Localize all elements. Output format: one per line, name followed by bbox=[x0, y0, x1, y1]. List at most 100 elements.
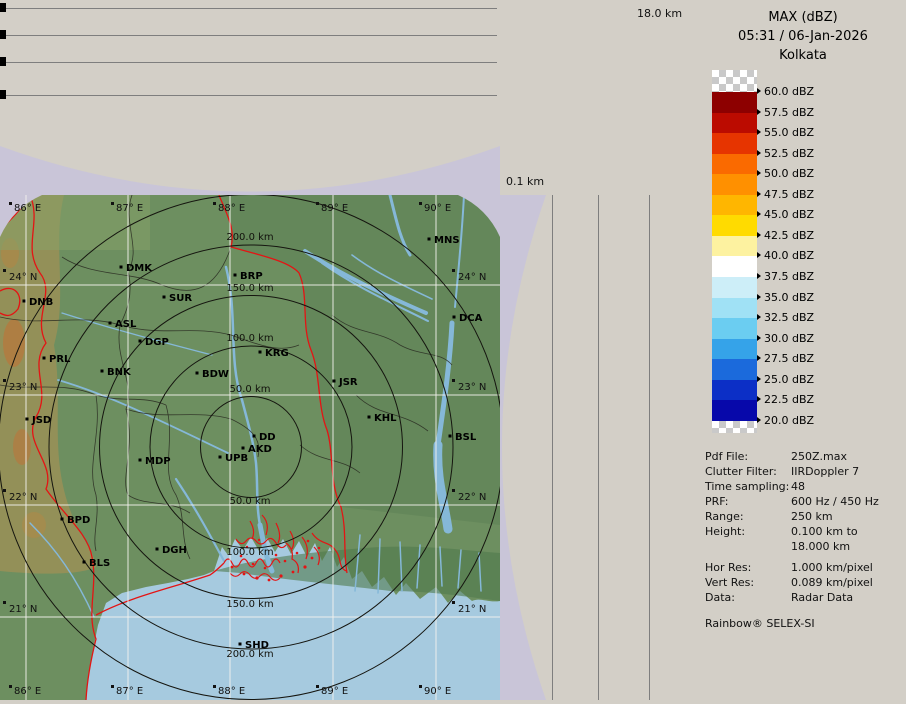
metadata-row: Time sampling:48 bbox=[705, 480, 905, 495]
metadata-label: PRF: bbox=[705, 495, 791, 508]
city-marker bbox=[333, 380, 336, 383]
grid-label-dot bbox=[3, 601, 6, 604]
city-label: DMK bbox=[126, 263, 153, 274]
side-projection-graphic bbox=[500, 195, 650, 700]
grid-label-dot bbox=[9, 202, 12, 205]
range-ring-label: 100.0 km bbox=[226, 333, 273, 344]
legend-tick-label: 25.0 dBZ bbox=[757, 373, 814, 387]
grid-label-dot bbox=[213, 202, 216, 205]
city-marker bbox=[163, 296, 166, 299]
range-ring-label: 150.0 km bbox=[226, 599, 273, 610]
height-axis-min-label: 0.1 km bbox=[506, 175, 544, 188]
legend-tick-label: 27.5 dBZ bbox=[757, 352, 814, 366]
legend-color-cell bbox=[712, 256, 757, 277]
legend-color-cell bbox=[712, 92, 757, 113]
metadata-value: 250 km bbox=[791, 510, 833, 523]
longitude-label: 90° E bbox=[424, 686, 451, 697]
legend-tick-label: 55.0 dBZ bbox=[757, 126, 814, 140]
city-marker bbox=[219, 456, 222, 459]
city-label: JSR bbox=[338, 377, 358, 388]
city-label: BDW bbox=[202, 369, 229, 380]
city-marker bbox=[23, 300, 26, 303]
metadata-value: Radar Data bbox=[791, 591, 853, 604]
legend-color-cell bbox=[712, 400, 757, 421]
city-label: JSD bbox=[31, 415, 51, 426]
metadata-label: Pdf File: bbox=[705, 450, 791, 463]
legend-tick-label: 52.5 dBZ bbox=[757, 147, 814, 161]
latitude-label: 24° N bbox=[9, 272, 37, 283]
legend-color-cell bbox=[712, 113, 757, 134]
legend-color-cell bbox=[712, 174, 757, 195]
metadata-label: Range: bbox=[705, 510, 791, 523]
color-scale-bar bbox=[712, 70, 757, 433]
city-label: ASL bbox=[115, 319, 137, 330]
city-marker bbox=[26, 418, 29, 421]
latitude-label: 22° N bbox=[458, 492, 486, 503]
legend-color-cell bbox=[712, 195, 757, 216]
legend-tick-arrow-icon bbox=[757, 211, 761, 217]
legend-tick-arrow-icon bbox=[757, 109, 761, 115]
metadata-row: Pdf File:250Z.max bbox=[705, 450, 905, 465]
city-label: SHD bbox=[245, 640, 269, 651]
legend-tick-label: 42.5 dBZ bbox=[757, 229, 814, 243]
legend-tick-arrow-icon bbox=[757, 335, 761, 341]
grid-label-dot bbox=[316, 685, 319, 688]
city-label: BSL bbox=[455, 432, 477, 443]
longitude-label: 87° E bbox=[116, 203, 143, 214]
grid-label-dot bbox=[213, 685, 216, 688]
legend-color-cell bbox=[712, 318, 757, 339]
metadata-row: Height:0.100 km to bbox=[705, 525, 905, 540]
grid-label-dot bbox=[111, 685, 114, 688]
legend-tick-label: 60.0 dBZ bbox=[757, 85, 814, 99]
legend-tick-arrow-icon bbox=[757, 129, 761, 135]
top-projection-graphic bbox=[0, 0, 500, 195]
city-marker bbox=[83, 561, 86, 564]
city-marker bbox=[449, 435, 452, 438]
radar-map[interactable]: 86° E86° E87° E87° E88° E88° E89° E89° E… bbox=[0, 195, 500, 700]
legend-tick-arrow-icon bbox=[757, 252, 761, 258]
legend-tick-arrow-icon bbox=[757, 88, 761, 94]
scan-coverage-fan bbox=[0, 146, 500, 195]
grid-label-dot bbox=[452, 379, 455, 382]
metadata-label: Clutter Filter: bbox=[705, 465, 791, 478]
grid-label-dot bbox=[419, 202, 422, 205]
grid-label-dot bbox=[3, 269, 6, 272]
legend-overflow-low bbox=[712, 421, 757, 433]
grid-label-dot bbox=[452, 601, 455, 604]
metadata-label: Height: bbox=[705, 525, 791, 538]
city-label: MDP bbox=[145, 456, 171, 467]
height-gridlines bbox=[0, 9, 497, 96]
city-label: DNB bbox=[29, 297, 53, 308]
metadata-row: Data:Radar Data bbox=[705, 591, 905, 606]
legend-tick-label: 47.5 dBZ bbox=[757, 188, 814, 202]
city-label: BRP bbox=[240, 271, 263, 282]
legend-tick-arrow-icon bbox=[757, 273, 761, 279]
metadata-label: Hor Res: bbox=[705, 561, 791, 574]
legend-tick-arrow-icon bbox=[757, 294, 761, 300]
height-axis-max-label: 18.0 km bbox=[637, 7, 682, 20]
city-label: BLS bbox=[89, 558, 110, 569]
city-label: DGH bbox=[162, 545, 187, 556]
city-marker bbox=[259, 351, 262, 354]
legend-tick-label: 57.5 dBZ bbox=[757, 106, 814, 120]
metadata-value: 1.000 km/pixel bbox=[791, 561, 873, 574]
scan-coverage-fan bbox=[500, 195, 546, 700]
city-marker bbox=[139, 340, 142, 343]
city-marker bbox=[242, 447, 245, 450]
city-label: MNS bbox=[434, 235, 460, 246]
latitude-label: 21° N bbox=[9, 604, 37, 615]
product-datetime: 05:31 / 06-Jan-2026 bbox=[700, 27, 906, 46]
grid-label-dot bbox=[452, 269, 455, 272]
height-axis-ticks bbox=[0, 3, 6, 99]
longitude-label: 88° E bbox=[218, 686, 245, 697]
latitude-label: 24° N bbox=[458, 272, 486, 283]
city-label: DGP bbox=[145, 337, 169, 348]
range-ring-label: 50.0 km bbox=[230, 496, 271, 507]
city-label: SUR bbox=[169, 293, 192, 304]
product-title: MAX (dBZ) bbox=[700, 8, 906, 27]
metadata-value: 0.100 km to bbox=[791, 525, 858, 538]
metadata-row: Hor Res:1.000 km/pixel bbox=[705, 561, 905, 576]
metadata-value: 0.089 km/pixel bbox=[791, 576, 873, 589]
latitude-label: 22° N bbox=[9, 492, 37, 503]
city-label: DCA bbox=[459, 313, 483, 324]
